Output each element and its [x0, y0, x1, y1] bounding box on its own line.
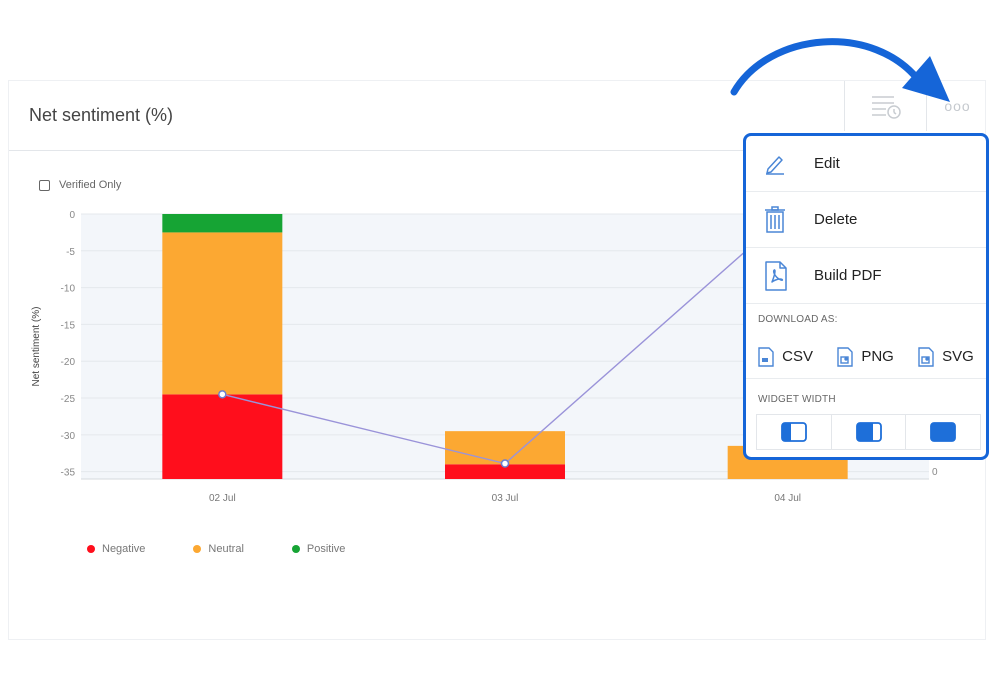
y-axis-label: Net sentiment (%) [31, 306, 42, 386]
bar-positive-1 [162, 214, 283, 233]
bar-negative-1 [162, 394, 283, 479]
width-full-button[interactable] [906, 415, 980, 449]
widget-width-selector [756, 414, 981, 450]
edit-label: Edit [814, 155, 840, 172]
y-tick-label: -10 [61, 284, 76, 295]
png-label: PNG [861, 348, 894, 365]
chart-legend: Negative Neutral Positive [87, 543, 393, 555]
legend-label-negative: Negative [102, 543, 146, 555]
legend-dot-positive [291, 545, 300, 553]
download-csv-button[interactable]: CSV [758, 346, 813, 367]
width-third-button[interactable] [757, 415, 832, 449]
curved-arrow-annotation [730, 38, 950, 102]
y-tick-label: -35 [61, 468, 76, 479]
trash-icon [764, 205, 804, 234]
delete-label: Delete [814, 211, 858, 228]
legend-item-positive[interactable]: Positive [291, 543, 346, 555]
legend-item-neutral[interactable]: Neutral [193, 543, 244, 555]
bar-neutral-1 [162, 232, 283, 395]
build-pdf-menu-item[interactable]: Build PDF [746, 248, 986, 304]
line-point-2 [500, 459, 510, 468]
widget-options-menu: Edit Delete Build PDF DOWNLOAD AS: CSV P… [743, 133, 989, 460]
delete-menu-item[interactable]: Delete [746, 192, 986, 248]
download-png-button[interactable]: PNG [837, 346, 894, 367]
x-tick-label: 03 Jul [492, 493, 519, 504]
width-two-thirds-button[interactable] [832, 415, 907, 449]
download-as-label: DOWNLOAD AS: [758, 314, 838, 325]
width-full-icon [930, 422, 957, 442]
edit-menu-item[interactable]: Edit [746, 136, 986, 192]
y-tick-label: -5 [66, 247, 75, 258]
widget-width-label: WIDGET WIDTH [758, 394, 836, 405]
y-tick-label: -15 [61, 320, 76, 331]
legend-item-negative[interactable]: Negative [87, 543, 145, 555]
y-tick-label: 0 [69, 210, 75, 221]
build-pdf-label: Build PDF [814, 267, 882, 284]
pdf-file-icon [764, 260, 804, 291]
legend-dot-negative [87, 545, 95, 553]
svg-label: SVG [942, 348, 974, 365]
pencil-icon [764, 153, 804, 175]
png-file-icon [837, 346, 854, 367]
y-tick-label: -25 [61, 394, 76, 405]
csv-label: CSV [782, 348, 813, 365]
svg-file-icon [918, 346, 934, 367]
line-point-1 [218, 390, 227, 399]
download-svg-button[interactable]: SVG [918, 346, 974, 367]
width-two-thirds-icon [855, 422, 882, 442]
legend-label-neutral: Neutral [208, 543, 244, 555]
y-tick-label: -30 [61, 431, 76, 442]
x-tick-label: 04 Jul [774, 493, 801, 504]
legend-label-positive: Positive [306, 543, 346, 555]
width-third-icon [780, 422, 807, 442]
right-axis-tick: 0 [932, 467, 938, 478]
download-row: CSV PNG SVG [746, 335, 986, 379]
x-tick-label: 02 Jul [209, 493, 236, 504]
legend-dot-neutral [193, 545, 202, 553]
y-tick-label: -20 [61, 357, 76, 368]
csv-file-icon [758, 346, 774, 367]
